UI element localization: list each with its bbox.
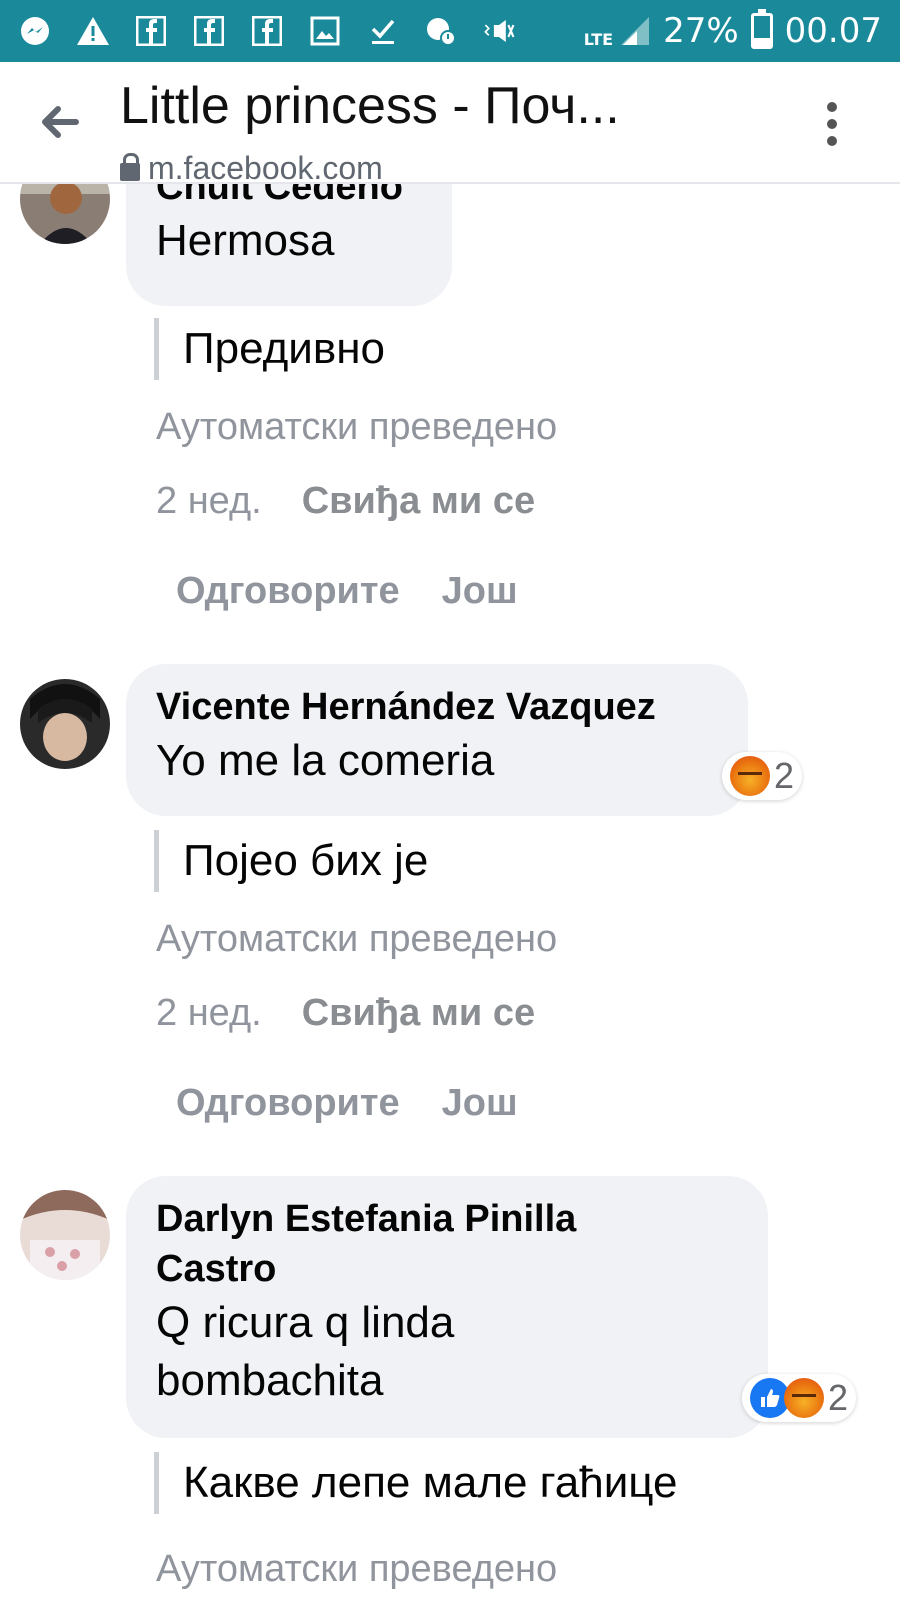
comment-time: 2 нед. xyxy=(156,992,262,1034)
vibrate-icon xyxy=(482,14,516,48)
comment-text: Q ricura q linda xyxy=(156,1298,455,1347)
browser-header: Little princess - Поч... m.facebook.com xyxy=(0,62,900,187)
status-bar: LTE 27% 00.07 xyxy=(0,0,900,62)
download-done-icon xyxy=(366,14,400,48)
comment-actions: Одговорите Још xyxy=(176,570,518,613)
reaction-count: 2 xyxy=(828,1377,849,1418)
comment-text: Hermosa xyxy=(156,216,335,265)
facebook-icon xyxy=(134,14,168,48)
battery-percent: 27% xyxy=(663,11,739,51)
auto-translated-label: Аутоматски преведено xyxy=(156,406,558,448)
reaction-summary[interactable]: 2 xyxy=(722,752,803,800)
like-button[interactable]: Свиђа ми се xyxy=(302,480,535,523)
url-bar[interactable]: m.facebook.com xyxy=(120,150,383,187)
lte-indicator: LTE xyxy=(584,15,651,48)
comment-bubble: Vicente Hernández Vazquez Yo me la comer… xyxy=(126,664,748,816)
clock: 00.07 xyxy=(784,11,882,51)
avatar[interactable] xyxy=(20,679,110,769)
translated-text: Какве лепе мале гаћице xyxy=(154,1452,677,1514)
lock-icon xyxy=(120,152,140,181)
comment-author[interactable]: Darlyn Estefania Pinilla xyxy=(156,1194,738,1244)
like-button[interactable]: Свиђа ми се xyxy=(302,992,535,1035)
comment-bubble: Darlyn Estefania Pinilla Castro Q ricura… xyxy=(126,1176,768,1438)
translated-text: Појео бих је xyxy=(154,830,428,892)
back-arrow-icon[interactable] xyxy=(36,98,84,146)
image-icon xyxy=(308,14,342,48)
facebook-icon xyxy=(192,14,226,48)
avatar[interactable] xyxy=(20,184,110,244)
comment-text: Yo me la comeria xyxy=(156,736,495,785)
comment-list: Chuit Cedeño Hermosa Предивно Аутоматски… xyxy=(0,184,900,1600)
signal-icon xyxy=(621,17,650,45)
reply-button[interactable]: Одговорите xyxy=(176,570,400,613)
url-text: m.facebook.com xyxy=(148,150,383,186)
comment-text: bombachita xyxy=(156,1356,384,1405)
comment-author[interactable]: Chuit Cedeño xyxy=(156,184,422,212)
avatar[interactable] xyxy=(20,1190,110,1280)
page-title: Little princess - Поч... xyxy=(120,77,620,135)
facebook-icon xyxy=(250,14,284,48)
angry-reaction-icon xyxy=(730,756,770,796)
translated-text: Предивно xyxy=(154,318,385,380)
comment-meta: 2 нед. Свиђа ми се xyxy=(156,992,535,1035)
comment-bubble: Chuit Cedeño Hermosa xyxy=(126,184,452,306)
comment-author[interactable]: Castro xyxy=(156,1244,738,1294)
reply-button[interactable]: Одговорите xyxy=(176,1082,400,1125)
more-button[interactable]: Још xyxy=(442,1082,518,1125)
warning-icon xyxy=(76,14,110,48)
reaction-summary[interactable]: 2 xyxy=(742,1374,857,1422)
comment-actions: Одговорите Још xyxy=(176,1082,518,1125)
comment-author[interactable]: Vicente Hernández Vazquez xyxy=(156,682,718,732)
more-button[interactable]: Још xyxy=(442,570,518,613)
angry-reaction-icon xyxy=(784,1378,824,1418)
reaction-count: 2 xyxy=(774,755,795,796)
comment-meta: 2 нед. Свиђа ми се xyxy=(156,480,535,523)
auto-translated-label: Аутоматски преведено xyxy=(156,1548,558,1590)
battery-icon xyxy=(750,9,773,49)
location-icon xyxy=(424,14,458,48)
comment-time: 2 нед. xyxy=(156,480,262,522)
overflow-menu-icon[interactable] xyxy=(824,102,840,146)
auto-translated-label: Аутоматски преведено xyxy=(156,918,558,960)
messenger-icon xyxy=(18,14,52,48)
